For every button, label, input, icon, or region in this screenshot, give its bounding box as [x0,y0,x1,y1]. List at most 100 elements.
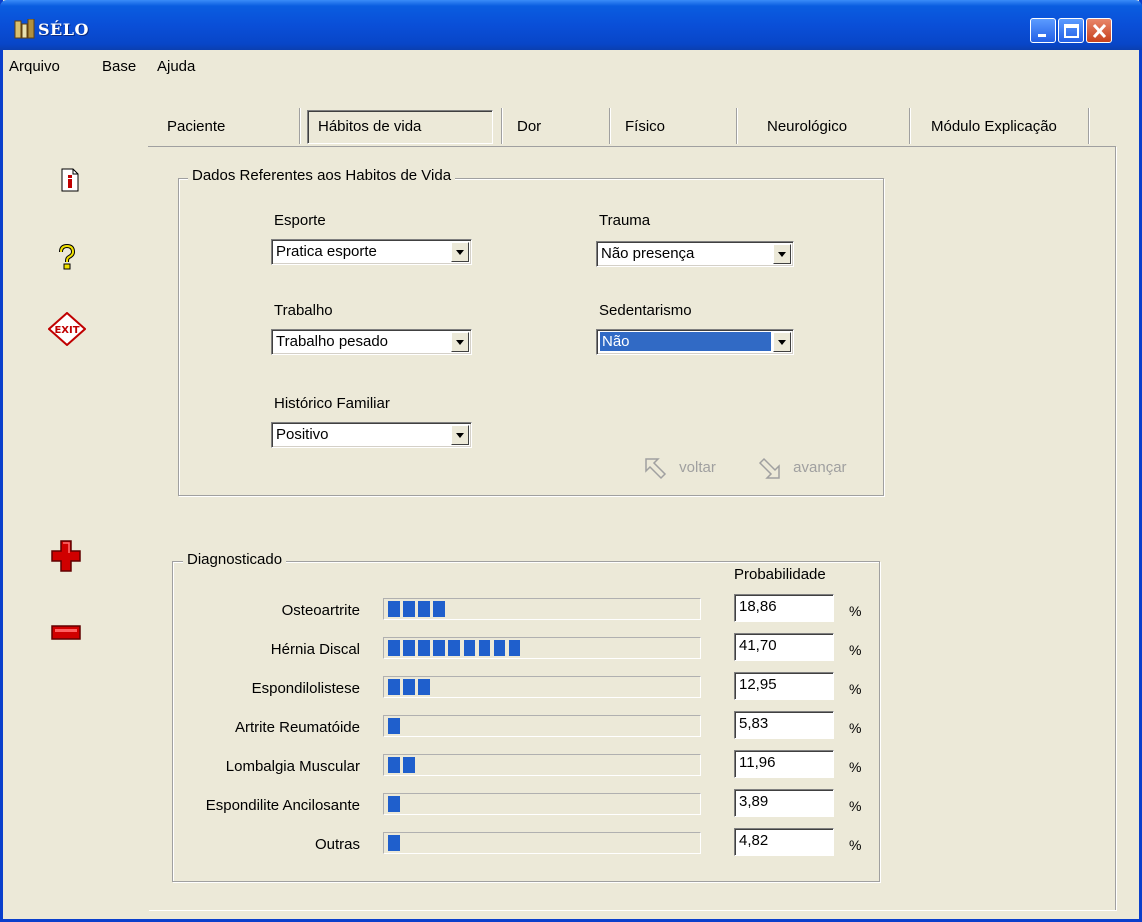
probability-value[interactable]: 12,95 [734,672,834,700]
title-bar[interactable]: SÉLO [0,0,1142,50]
percent-sign: % [849,603,862,619]
probability-bar [383,793,701,815]
trabalho-label: Trabalho [274,302,333,319]
app-icon [14,19,35,39]
probability-bar-segment [418,601,430,617]
trauma-label: Trauma [599,212,651,229]
svg-text:EXIT: EXIT [54,325,79,336]
menu-arquivo[interactable]: Arquivo [9,58,60,75]
probability-bar-segment [388,601,400,617]
chevron-down-icon[interactable] [773,332,791,352]
avancar-button[interactable]: avançar [757,456,847,480]
historico-select[interactable]: Positivo [271,422,472,448]
exit-icon[interactable]: EXIT [48,312,86,346]
probability-bar-segment [388,796,400,812]
probability-bar-segment [388,679,400,695]
probability-bar-segment [403,601,415,617]
percent-sign: % [849,720,862,736]
minimize-icon [1038,34,1046,37]
probability-bar-segment [448,640,460,656]
close-icon [1092,23,1107,39]
probability-header: Probabilidade [734,566,826,583]
probability-bar [383,598,701,620]
probability-bar-segment [418,679,430,695]
diagnosis-label: Artrite Reumatóide [234,719,360,736]
chevron-down-icon[interactable] [773,244,791,264]
diagnosis-label: Outras [314,836,360,853]
tab-divider [501,108,503,144]
historico-value: Positivo [276,426,329,443]
diagnosis-legend: Diagnosticado [183,551,287,568]
diagnosis-label: Espondilolistese [251,680,360,697]
maximize-button[interactable] [1058,18,1084,43]
probability-bar [383,715,701,737]
diagnosis-label: Osteoartrite [281,602,360,619]
tab-neurologico[interactable]: Neurológico [767,118,847,146]
tab-dor[interactable]: Dor [517,118,541,146]
trauma-value: Não presença [601,245,695,262]
probability-bar-segment [418,640,430,656]
arrow-down-right-icon [758,457,780,479]
probability-bar-segment [508,640,521,656]
chevron-down-icon[interactable] [451,242,469,262]
tab-divider [299,108,301,144]
remove-icon[interactable] [51,625,81,641]
close-button[interactable] [1086,18,1112,43]
probability-bar-segment [493,640,506,656]
voltar-button[interactable]: voltar [643,456,716,480]
diagnosis-label: Lombalgia Muscular [225,758,360,775]
probability-bar-segment [403,679,415,695]
probability-bar-segment [463,640,475,656]
tab-divider [1088,108,1090,144]
tab-divider [909,108,911,144]
tab-divider [736,108,738,144]
tab-paciente[interactable]: Paciente [167,118,225,146]
trabalho-select[interactable]: Trabalho pesado [271,329,472,355]
probability-bar-segment [388,835,400,851]
maximize-icon [1064,24,1079,38]
diagnosis-label: Hérnia Discal [270,641,360,658]
info-icon[interactable] [60,168,80,192]
probability-value[interactable]: 5,83 [734,711,834,739]
tab-fisico[interactable]: Físico [625,118,665,146]
probability-value[interactable]: 11,96 [734,750,834,778]
percent-sign: % [849,642,862,658]
percent-sign: % [849,798,862,814]
add-icon[interactable] [51,540,81,572]
menu-bar: Arquivo Base Ajuda [3,50,1139,80]
sedentarismo-label: Sedentarismo [599,302,692,319]
menu-base[interactable]: Base [102,58,136,75]
menu-ajuda[interactable]: Ajuda [157,58,195,75]
voltar-label: voltar [679,458,716,476]
probability-bar-segment [433,640,445,656]
probability-value[interactable]: 41,70 [734,633,834,661]
probability-value[interactable]: 3,89 [734,789,834,817]
diagnosis-label: Espondilite Ancilosante [205,797,360,814]
chevron-down-icon[interactable] [451,425,469,445]
probability-bar-segment [388,757,400,773]
sedentarismo-select[interactable]: Não [596,329,794,355]
arrow-up-left-icon [645,458,667,480]
avancar-label: avançar [793,458,847,476]
help-icon[interactable] [58,244,76,270]
tab-habitos-de-vida[interactable]: Hábitos de vida [318,118,421,146]
chevron-down-icon[interactable] [451,332,469,352]
probability-bar [383,832,701,854]
tab-modulo-explicacao[interactable]: Módulo Explicação [931,118,1057,146]
probability-bar-segment [403,757,415,773]
percent-sign: % [849,837,862,853]
probability-value[interactable]: 4,82 [734,828,834,856]
esporte-label: Esporte [274,212,326,229]
esporte-select[interactable]: Pratica esporte [271,239,472,265]
sedentarismo-value: Não [600,332,771,351]
esporte-value: Pratica esporte [276,243,377,260]
tab-divider [609,108,611,144]
probability-bar [383,676,701,698]
historico-label: Histórico Familiar [274,395,390,412]
probability-bar-segment [478,640,491,656]
probability-value[interactable]: 18,86 [734,594,834,622]
probability-bar-segment [388,640,400,656]
trauma-select[interactable]: Não presença [596,241,794,267]
minimize-button[interactable] [1030,18,1056,43]
probability-bar [383,637,701,659]
